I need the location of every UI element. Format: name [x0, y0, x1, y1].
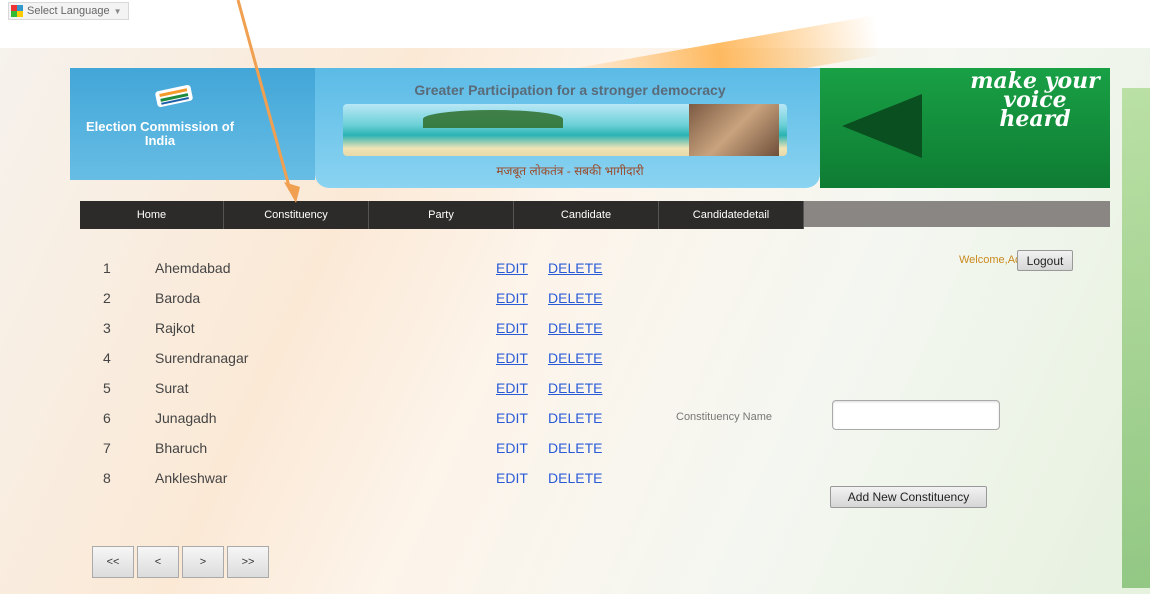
- megaphone-icon: [842, 94, 922, 158]
- row-number: 2: [103, 290, 111, 306]
- voice-slogan: make your voice heard: [970, 68, 1100, 132]
- language-selector-label: Select Language: [27, 5, 110, 17]
- row-number: 6: [103, 410, 111, 426]
- constituency-name: Surendranagar: [155, 350, 249, 366]
- table-row: 2 Baroda EDIT DELETE: [0, 283, 700, 311]
- row-number: 7: [103, 440, 111, 456]
- edit-link[interactable]: EDIT: [496, 350, 528, 366]
- row-number: 1: [103, 260, 111, 276]
- ballot-logo-icon: [155, 84, 193, 108]
- table-row: 1 Ahemdabad EDIT DELETE: [0, 253, 700, 281]
- edit-link[interactable]: EDIT: [496, 320, 528, 336]
- row-number: 5: [103, 380, 111, 396]
- constituency-name: Junagadh: [155, 410, 217, 426]
- edit-link[interactable]: EDIT: [496, 410, 528, 426]
- constituency-name: Rajkot: [155, 320, 195, 336]
- pager-last-button[interactable]: >>: [227, 546, 269, 578]
- edit-link[interactable]: EDIT: [496, 470, 528, 486]
- eci-logo-text: Election Commission of India: [85, 119, 235, 148]
- delete-link[interactable]: DELETE: [548, 380, 602, 396]
- table-row: 8 Ankleshwar EDIT DELETE: [0, 463, 700, 491]
- table-row: 4 Surendranagar EDIT DELETE: [0, 343, 700, 371]
- row-number: 3: [103, 320, 111, 336]
- add-new-constituency-button[interactable]: Add New Constituency: [830, 486, 987, 508]
- edit-link[interactable]: EDIT: [496, 380, 528, 396]
- beach-photo: [343, 104, 787, 156]
- edit-link[interactable]: EDIT: [496, 290, 528, 306]
- edit-link[interactable]: EDIT: [496, 440, 528, 456]
- tagline: Greater Participation for a stronger dem…: [414, 82, 726, 98]
- delete-link[interactable]: DELETE: [548, 470, 602, 486]
- constituency-name: Baroda: [155, 290, 201, 306]
- hindi-slogan: मजबूत लोकतंत्र - सबकी भागीदारी: [496, 164, 644, 178]
- delete-link[interactable]: DELETE: [548, 440, 602, 456]
- pager-prev-button[interactable]: <: [137, 546, 179, 578]
- make-your-voice-heard-banner: make your voice heard: [820, 68, 1110, 188]
- table-row: 3 Rajkot EDIT DELETE: [0, 313, 700, 341]
- delete-link[interactable]: DELETE: [548, 260, 602, 276]
- google-translate-icon: [11, 5, 23, 17]
- tagline-banner: Greater Participation for a stronger dem…: [315, 68, 820, 188]
- constituency-name: Surat: [155, 380, 189, 396]
- pager-next-button[interactable]: >: [182, 546, 224, 578]
- eci-logo-block: Election Commission of India: [70, 68, 315, 180]
- voter-photo: [689, 104, 779, 156]
- logout-button[interactable]: Logout: [1017, 250, 1073, 271]
- main-nav: Home Constituency Party Candidate Candid…: [80, 201, 1110, 229]
- row-number: 8: [103, 470, 111, 486]
- language-selector[interactable]: Select Language ▼: [8, 2, 129, 20]
- edit-link[interactable]: EDIT: [496, 260, 528, 276]
- constituency-name: Ankleshwar: [155, 470, 228, 486]
- constituency-name: Bharuch: [155, 440, 208, 456]
- palm-trees: [423, 110, 563, 128]
- nav-candidatedetail[interactable]: Candidatedetail: [659, 201, 804, 229]
- table-row: 6 Junagadh EDIT DELETE: [0, 403, 700, 431]
- nav-candidate[interactable]: Candidate: [514, 201, 659, 229]
- constituency-name-label: Constituency Name: [676, 411, 772, 423]
- table-row: 7 Bharuch EDIT DELETE: [0, 433, 700, 461]
- delete-link[interactable]: DELETE: [548, 410, 602, 426]
- nav-party[interactable]: Party: [369, 201, 514, 229]
- delete-link[interactable]: DELETE: [548, 320, 602, 336]
- row-number: 4: [103, 350, 111, 366]
- constituency-name: Ahemdabad: [155, 260, 231, 276]
- delete-link[interactable]: DELETE: [548, 290, 602, 306]
- pager-first-button[interactable]: <<: [92, 546, 134, 578]
- constituency-name-input[interactable]: [832, 400, 1000, 430]
- nav-constituency[interactable]: Constituency: [224, 201, 369, 229]
- dropdown-arrow-icon: ▼: [113, 6, 122, 16]
- nav-home[interactable]: Home: [80, 201, 224, 229]
- delete-link[interactable]: DELETE: [548, 350, 602, 366]
- table-row: 5 Surat EDIT DELETE: [0, 373, 700, 401]
